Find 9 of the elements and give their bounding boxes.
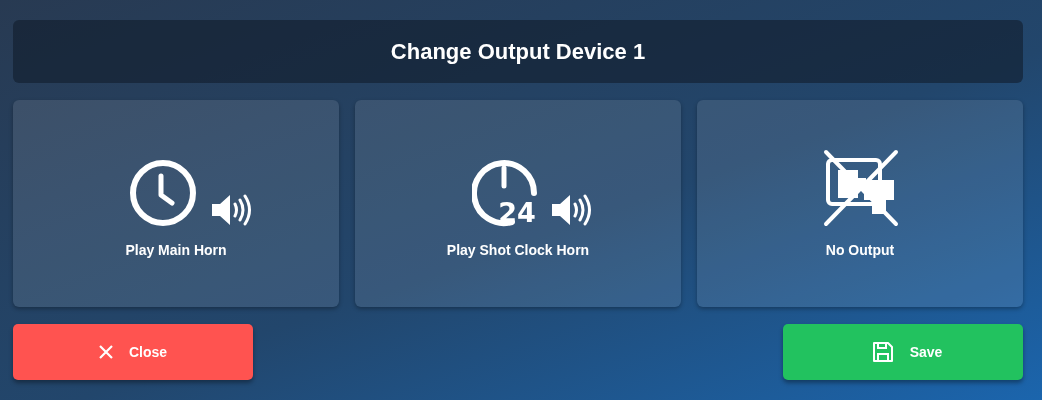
close-icon bbox=[98, 345, 113, 359]
option-label: Play Shot Clock Horn bbox=[446, 241, 590, 258]
option-card[interactable]: No Output bbox=[697, 100, 1023, 307]
dialog-title: Change Output Device 1 bbox=[13, 20, 1023, 83]
clock-icon bbox=[128, 157, 198, 228]
option-label: Play Main Horn bbox=[125, 241, 227, 258]
save-icon bbox=[871, 341, 894, 363]
option-label: No Output bbox=[825, 241, 895, 258]
option-card[interactable]: Play Main Horn bbox=[13, 100, 339, 307]
